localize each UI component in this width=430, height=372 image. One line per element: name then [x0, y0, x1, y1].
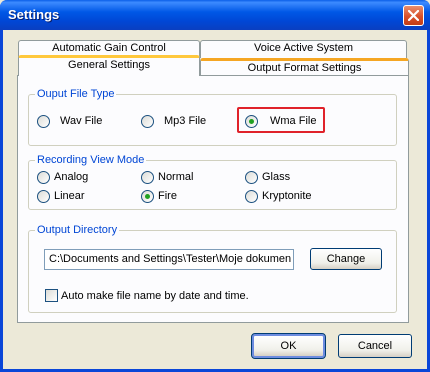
radio-mp3-file[interactable]: Mp3 File: [141, 113, 206, 129]
auto-name-label: Auto make file name by date and time.: [61, 290, 249, 302]
ok-button[interactable]: OK: [251, 333, 326, 359]
button-label: Cancel: [357, 340, 393, 352]
change-button[interactable]: Change: [310, 248, 382, 270]
radio-circle[interactable]: [141, 170, 154, 184]
tab-label: Automatic Gain Control: [52, 42, 166, 54]
tab-label: Output Format Settings: [247, 62, 362, 74]
tab-label: General Settings: [68, 59, 150, 71]
tab-general-settings[interactable]: General Settings: [18, 55, 200, 76]
radio-circle[interactable]: [37, 189, 50, 203]
close-icon: [408, 10, 419, 21]
group-legend: Output Directory: [35, 223, 120, 237]
radio-label: Fire: [158, 190, 177, 202]
tab-voice-active-system[interactable]: Voice Active System: [200, 40, 407, 58]
radio-linear[interactable]: Linear: [37, 188, 85, 204]
radio-normal[interactable]: Normal: [141, 169, 193, 185]
output-directory-input[interactable]: C:\Documents and Settings\Tester\Moje do…: [44, 249, 294, 270]
radio-label: Normal: [158, 171, 194, 183]
radio-label: Wma File: [270, 115, 317, 127]
radio-label: Mp3 File: [164, 115, 207, 127]
radio-wma-file[interactable]: Wma File: [245, 113, 316, 129]
radio-label: Kryptonite: [262, 190, 312, 202]
group-legend: Ouput File Type: [35, 87, 117, 101]
radio-label: Glass: [262, 171, 291, 183]
radio-circle[interactable]: [37, 114, 50, 128]
radio-analog[interactable]: Analog: [37, 169, 88, 185]
radio-circle-selected[interactable]: [245, 114, 258, 128]
button-label: OK: [280, 340, 297, 352]
radio-circle[interactable]: [245, 170, 258, 184]
title-bar[interactable]: Settings: [0, 0, 430, 30]
tab-label: Voice Active System: [253, 42, 354, 54]
radio-circle[interactable]: [37, 170, 50, 184]
radio-label: Linear: [54, 190, 85, 202]
radio-fire[interactable]: Fire: [141, 188, 177, 204]
radio-kryptonite[interactable]: Kryptonite: [245, 188, 312, 204]
close-button[interactable]: [403, 5, 424, 26]
radio-glass[interactable]: Glass: [245, 169, 290, 185]
radio-label: Wav File: [60, 115, 103, 127]
auto-name-checkbox[interactable]: [45, 289, 58, 302]
button-label: Change: [326, 253, 366, 265]
cancel-button[interactable]: Cancel: [338, 334, 412, 358]
radio-wav-file[interactable]: Wav File: [37, 113, 102, 129]
radio-circle[interactable]: [245, 189, 258, 203]
radio-circle-selected[interactable]: [141, 189, 154, 203]
window-title: Settings: [8, 7, 60, 22]
radio-label: Analog: [54, 171, 89, 183]
radio-circle[interactable]: [141, 114, 154, 128]
group-legend: Recording View Mode: [35, 153, 147, 167]
tab-output-format-settings[interactable]: Output Format Settings: [200, 58, 409, 75]
